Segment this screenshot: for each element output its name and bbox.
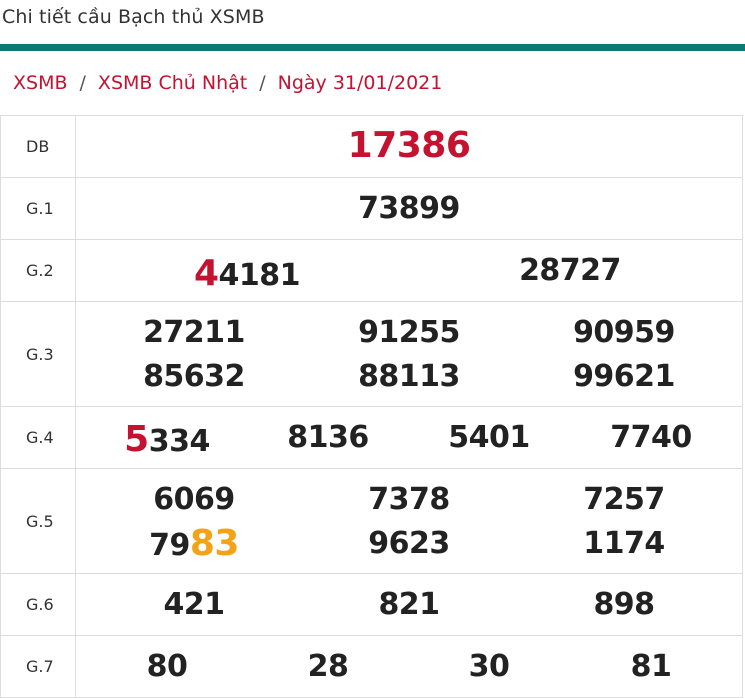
prize-number: 7378 [368, 482, 450, 517]
prize-label: G.3 [0, 301, 76, 407]
prize-row-g6: G.6 421 821 898 [0, 573, 743, 636]
prize-label: G.4 [0, 406, 76, 469]
prize-number: 88113 [358, 359, 460, 394]
number-rest: 79 [149, 528, 190, 563]
prize-number: 5401 [448, 420, 530, 455]
prize-row-g3: G.3 27211 91255 90959 85632 88113 99621 [0, 301, 743, 407]
prize-row-db: DB 17386 [0, 115, 743, 178]
prize-row-g1: G.1 73899 [0, 177, 743, 240]
prize-number: 99621 [573, 359, 675, 394]
prize-numbers: 80 28 30 81 [75, 635, 743, 698]
prize-number: 1174 [583, 526, 665, 561]
prize-numbers: 6069 7378 7257 7983 9623 1174 [75, 468, 743, 574]
breadcrumb-date-link[interactable]: Ngày 31/01/2021 [278, 72, 443, 94]
prize-number: 7257 [583, 482, 665, 517]
prize-label: G.2 [0, 239, 76, 302]
prize-number: 28727 [519, 253, 621, 288]
prize-numbers: 5334 8136 5401 7740 [75, 406, 743, 469]
prize-number: 28 [307, 649, 349, 684]
prize-number: 421 [163, 587, 225, 622]
breadcrumb-sunday-link[interactable]: XSMB Chủ Nhật [98, 72, 247, 94]
prize-number: 80 [146, 649, 188, 684]
highlighted-digit: 5 [124, 419, 149, 460]
prize-number: 91255 [358, 315, 460, 350]
prize-numbers: 17386 [75, 115, 743, 178]
prize-number: 44181 [193, 253, 301, 294]
prize-numbers: 421 821 898 [75, 573, 743, 636]
breadcrumb-separator: / [79, 72, 86, 94]
accent-divider [0, 44, 745, 51]
prize-number: 73899 [358, 191, 460, 226]
highlighted-digits: 83 [189, 523, 240, 564]
prize-row-g4: G.4 5334 8136 5401 7740 [0, 406, 743, 469]
prize-label: G.1 [0, 177, 76, 240]
prize-numbers: 73899 [75, 177, 743, 240]
prize-label: DB [0, 115, 76, 178]
breadcrumb: XSMB / XSMB Chủ Nhật / Ngày 31/01/2021 [0, 51, 745, 115]
prize-label: G.7 [0, 635, 76, 698]
prize-label: G.5 [0, 468, 76, 574]
prize-number: 90959 [573, 315, 675, 350]
prize-number: 27211 [143, 315, 245, 350]
breadcrumb-xsmb-link[interactable]: XSMB [13, 72, 68, 94]
prize-number: 7740 [610, 420, 692, 455]
prize-row-g2: G.2 44181 28727 [0, 239, 743, 302]
prize-number: 81 [630, 649, 672, 684]
prize-row-g7: G.7 80 28 30 81 [0, 635, 743, 698]
prize-row-g5: G.5 6069 7378 7257 7983 9623 1174 [0, 468, 743, 574]
prize-number: 9623 [368, 526, 450, 561]
results-table: DB 17386 G.1 73899 G.2 44181 28727 G.3 2… [0, 115, 743, 698]
prize-number: 7983 [149, 523, 239, 564]
page-title: Chi tiết cầu Bạch thủ XSMB [2, 6, 265, 28]
prize-number: 85632 [143, 359, 245, 394]
prize-number: 6069 [153, 482, 235, 517]
prize-number: 898 [593, 587, 655, 622]
title-bar: Chi tiết cầu Bạch thủ XSMB [0, 0, 745, 44]
prize-number: 30 [468, 649, 510, 684]
prize-number: 5334 [124, 419, 210, 460]
number-rest: 334 [148, 424, 211, 459]
breadcrumb-separator: / [259, 72, 266, 94]
prize-number: 8136 [287, 420, 369, 455]
prize-numbers: 44181 28727 [75, 239, 743, 302]
prize-numbers: 27211 91255 90959 85632 88113 99621 [75, 301, 743, 407]
prize-number: 821 [378, 587, 440, 622]
special-prize-number: 17386 [347, 125, 471, 166]
prize-label: G.6 [0, 573, 76, 636]
highlighted-digit: 4 [193, 253, 219, 294]
number-rest: 4181 [218, 258, 301, 293]
